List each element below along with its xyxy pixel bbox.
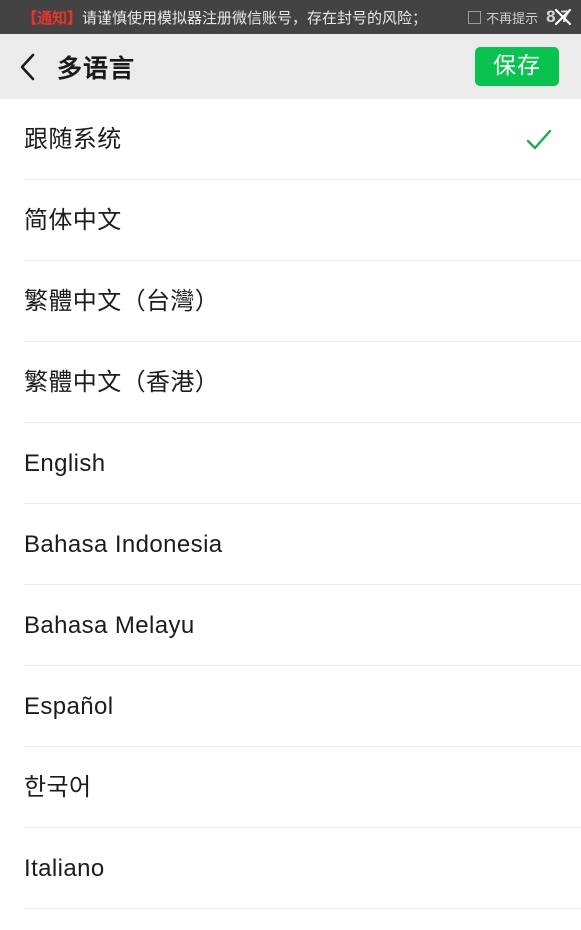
checkbox-unchecked-icon[interactable]: [468, 10, 482, 24]
language-list: 跟随系统 简体中文 繁體中文（台灣） 繁體中文（香港） English Baha…: [0, 99, 581, 909]
list-item[interactable]: Bahasa Indonesia: [0, 504, 581, 585]
language-label: 简体中文: [24, 206, 122, 234]
close-icon[interactable]: [553, 7, 573, 27]
back-button[interactable]: [18, 45, 48, 89]
chevron-left-icon: [18, 51, 38, 83]
list-item[interactable]: English: [0, 423, 581, 504]
list-item[interactable]: Bahasa Melayu: [0, 585, 581, 666]
language-label: 繁體中文（台灣）: [24, 287, 220, 315]
notification-bar: 【通知】请谨慎使用模拟器注册微信账号，存在封号的风险； 不再提示 87: [0, 0, 581, 34]
check-icon: [523, 124, 555, 156]
language-label: 한국어: [24, 773, 92, 801]
list-item[interactable]: Español: [0, 666, 581, 747]
list-item[interactable]: 简体中文: [0, 180, 581, 261]
list-item[interactable]: 한국어: [0, 747, 581, 828]
language-label: Bahasa Indonesia: [24, 530, 223, 558]
language-label: 跟随系统: [24, 125, 122, 153]
language-label: Italiano: [24, 854, 105, 882]
language-label: Español: [24, 692, 114, 720]
list-item[interactable]: Italiano: [0, 828, 581, 909]
list-item[interactable]: 繁體中文（台灣）: [0, 261, 581, 342]
notification-tag: 【通知】: [22, 9, 83, 27]
dont-show-again-label: 不再提示: [486, 10, 539, 26]
page-title: 多语言: [57, 54, 136, 83]
navigation-bar: 多语言 保存: [0, 34, 581, 99]
notification-body: 请谨慎使用模拟器注册微信账号，存在封号的风险；: [82, 9, 428, 27]
language-label: 繁體中文（香港）: [24, 368, 220, 396]
language-label: English: [24, 449, 106, 477]
notification-message: 【通知】请谨慎使用模拟器注册微信账号，存在封号的风险；: [22, 7, 427, 28]
dont-show-again-toggle[interactable]: 不再提示: [468, 8, 538, 27]
list-item[interactable]: 繁體中文（香港）: [0, 342, 581, 423]
list-item[interactable]: 跟随系统: [0, 99, 581, 180]
list-divider: [24, 908, 581, 909]
save-button[interactable]: 保存: [475, 47, 559, 86]
language-label: Bahasa Melayu: [24, 611, 195, 639]
